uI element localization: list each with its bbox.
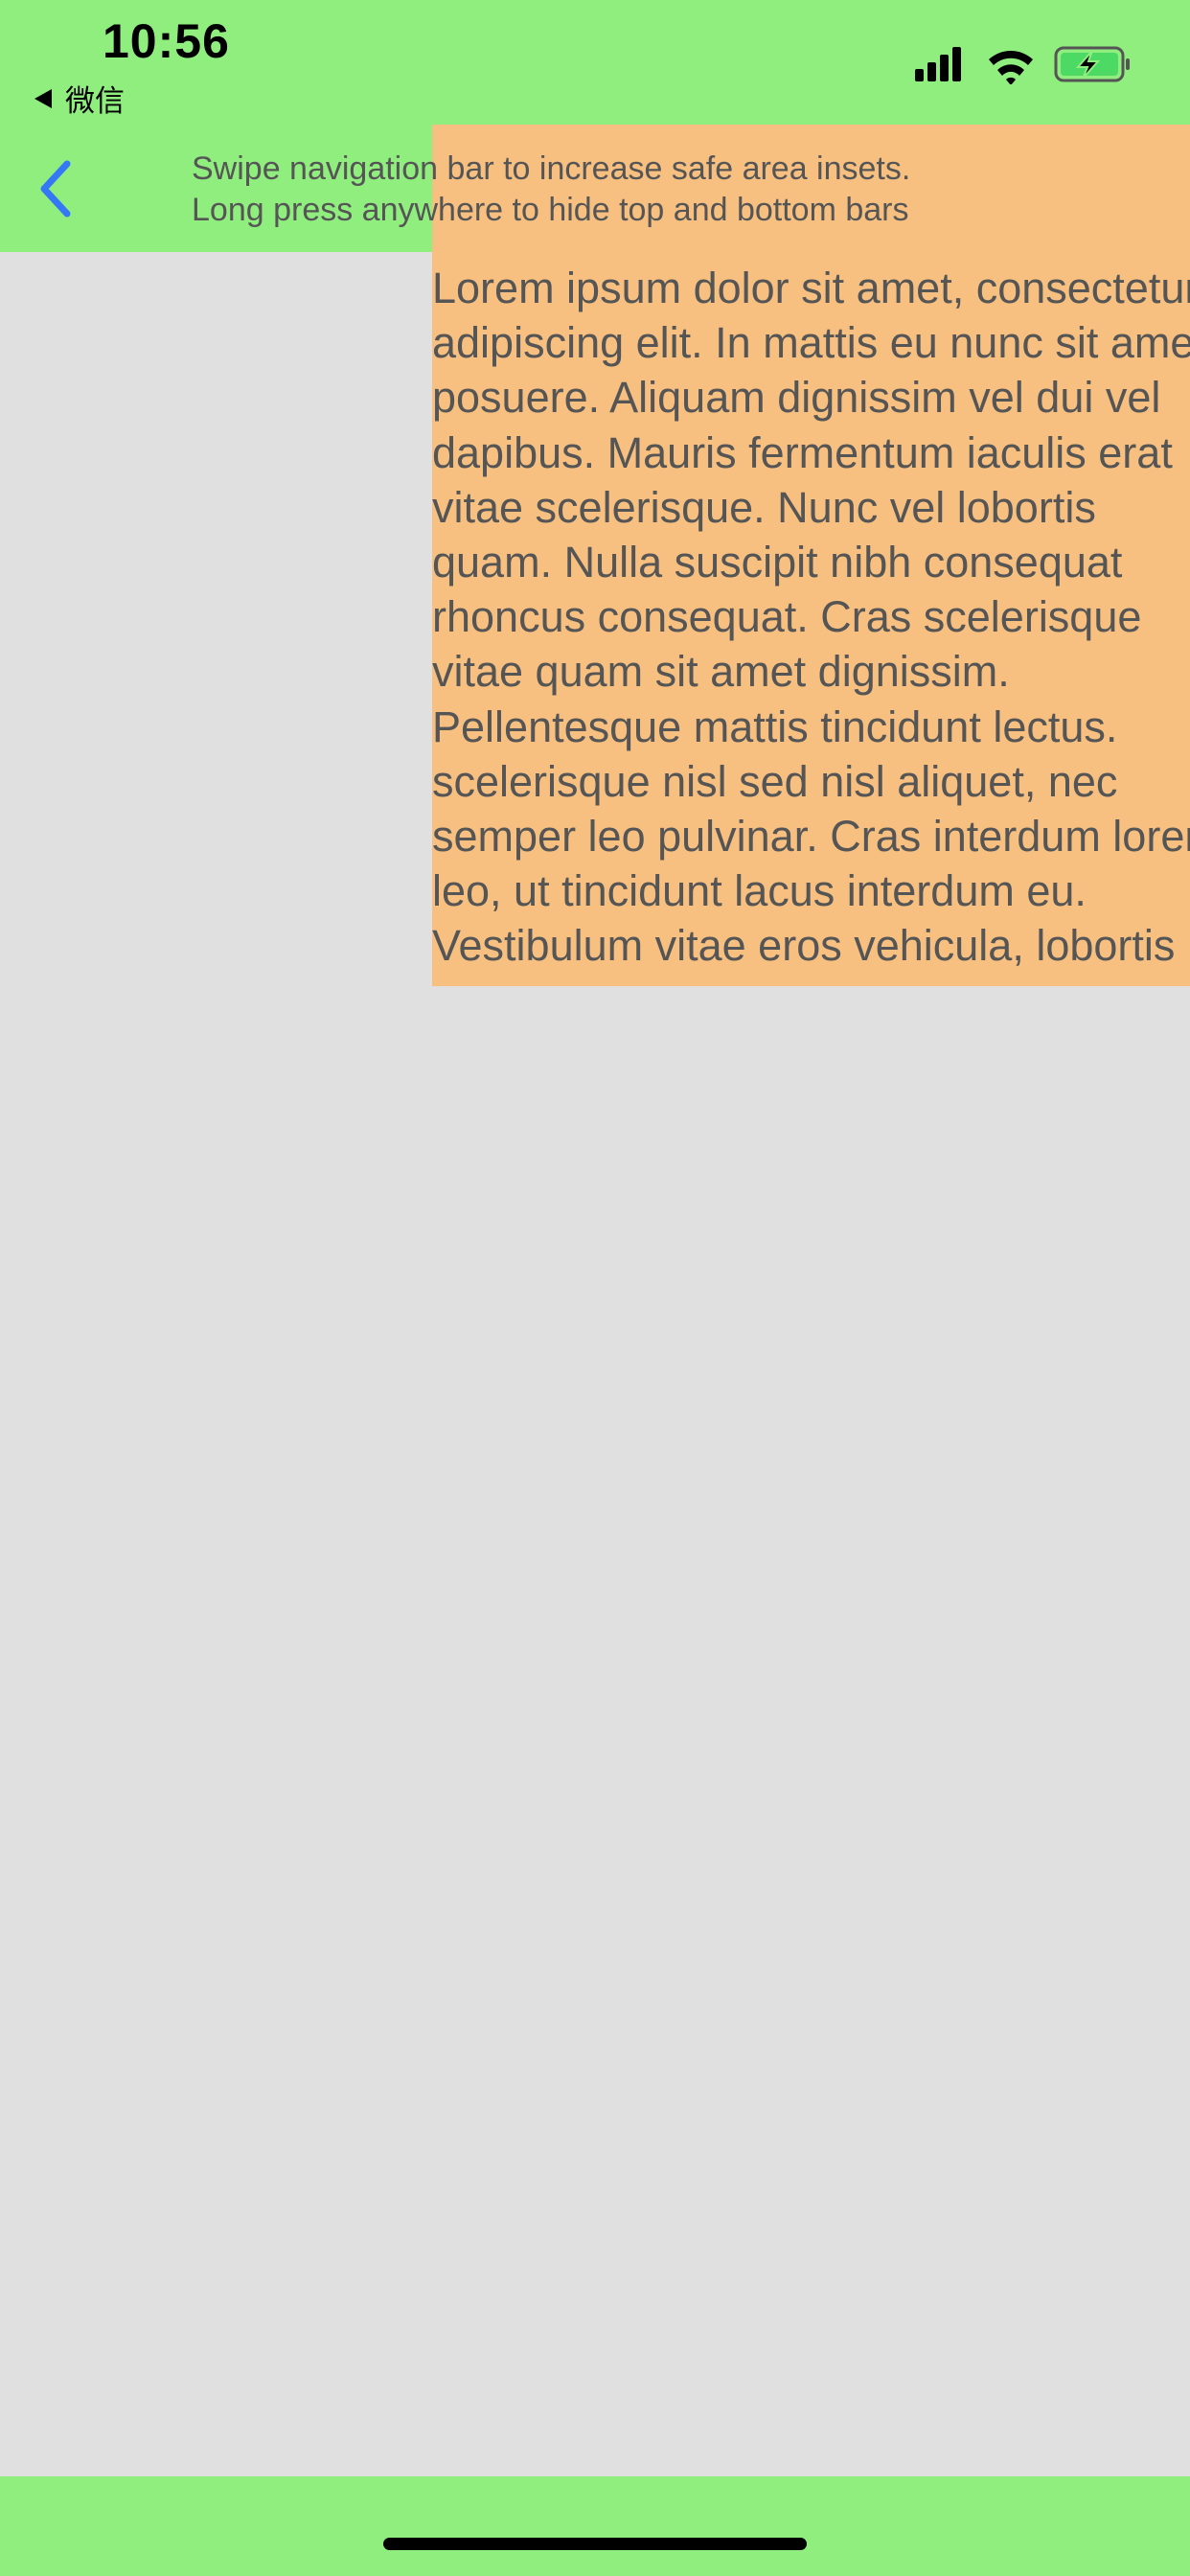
text-line: dapibus. Mauris fermentum iaculis erat <box>432 427 1173 477</box>
text-line: adipiscing elit. In mattis eu nunc sit a… <box>432 318 1190 368</box>
lorem-text-block: Lorem ipsum dolor sit amet, consectetur … <box>432 261 1190 986</box>
back-triangle-icon <box>34 88 52 108</box>
home-indicator[interactable] <box>383 2538 807 2550</box>
text-line: semper leo pulvinar. Cras interdum lorem <box>432 812 1190 862</box>
text-line: Pellentesque mattis tincidunt lectus. <box>432 702 1118 751</box>
text-line: Vestibulum vitae eros vehicula, lobortis <box>432 921 1176 971</box>
cellular-signal-icon <box>915 47 961 81</box>
bottom-bar <box>0 2476 1190 2576</box>
status-icons <box>915 46 1130 84</box>
wifi-icon <box>989 51 1033 84</box>
text-line: scelerisque nisl sed nisl aliquet, nec <box>432 756 1118 806</box>
chevron-left-icon[interactable] <box>34 158 80 219</box>
battery-charging-icon <box>1054 46 1130 82</box>
text-line: vitae scelerisque. Nunc vel lobortis <box>432 482 1096 532</box>
text-line: quam. Nulla suscipit nibh consequat <box>432 538 1123 587</box>
navigation-hint: Swipe navigation bar to increase safe ar… <box>192 149 910 231</box>
back-to-app-label: 微信 <box>65 84 125 119</box>
text-line: posuere. Aliquam dignissim vel dui vel <box>432 373 1161 423</box>
back-to-app-button[interactable]: 微信 <box>34 77 125 120</box>
text-line: vitae quam sit amet dignissim. <box>432 647 1010 697</box>
nav-hint-line-1: Swipe navigation bar to increase safe ar… <box>192 150 911 187</box>
text-line: rhoncus consequat. Cras scelerisque <box>432 592 1142 642</box>
text-line: leo, ut tincidunt lacus interdum eu. <box>432 866 1087 916</box>
status-time: 10:56 <box>103 14 230 68</box>
text-line: Lorem ipsum dolor sit amet, consectetur <box>432 264 1190 312</box>
nav-hint-line-2: Long press anywhere to hide top and bott… <box>192 192 909 228</box>
